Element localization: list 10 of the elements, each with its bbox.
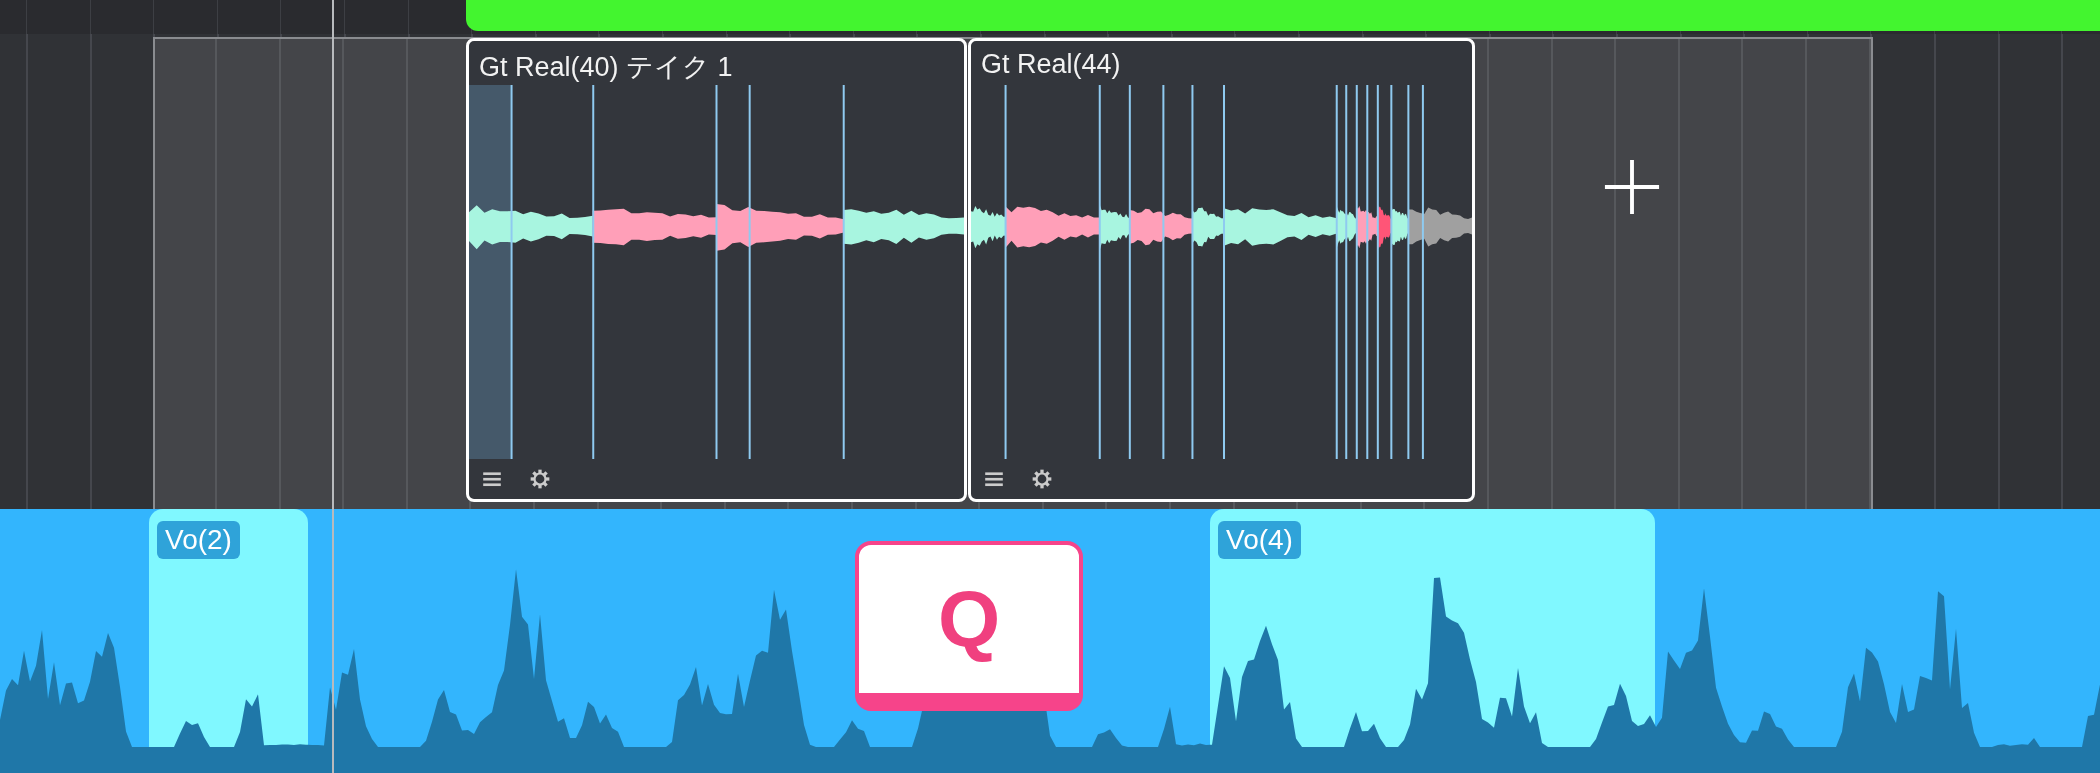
settings-icon[interactable] bbox=[529, 468, 551, 490]
audio-clip[interactable]: Gt Real(40) テイク 1 bbox=[466, 38, 967, 502]
crosshair-icon bbox=[1603, 158, 1661, 216]
clip-title: Gt Real(40) テイク 1 bbox=[478, 51, 734, 84]
region-label: Vo(2) bbox=[157, 521, 240, 559]
region-label: Vo(4) bbox=[1218, 521, 1301, 559]
settings-icon[interactable] bbox=[1031, 468, 1053, 490]
clip-title: Gt Real(44) bbox=[980, 48, 1122, 81]
audio-clip[interactable]: Gt Real(44) bbox=[968, 38, 1475, 502]
keyboard-key: Q bbox=[855, 541, 1083, 711]
